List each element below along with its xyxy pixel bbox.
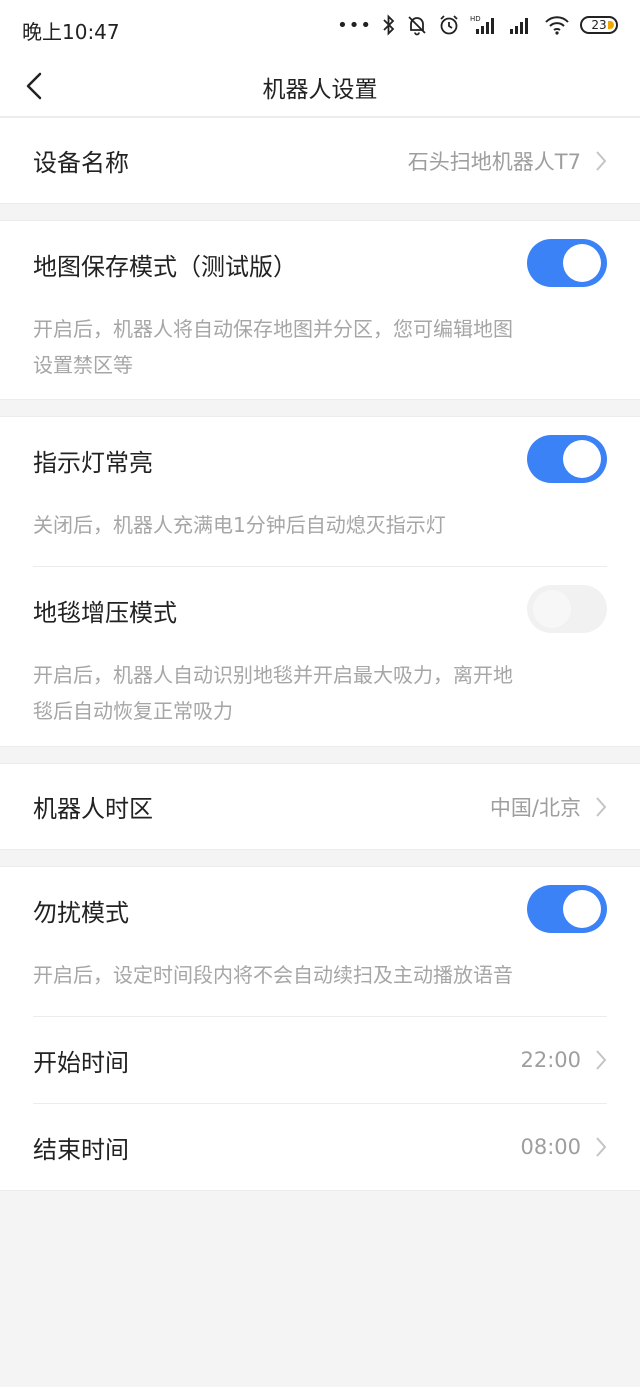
mute-bell-icon	[406, 14, 428, 36]
map-save-section: 地图保存模式（测试版） 开启后，机器人将自动保存地图并分区，您可编辑地图 设置禁…	[0, 220, 640, 400]
carpet-desc-line1: 开启后，机器人自动识别地毯并开启最大吸力，离开地	[33, 663, 513, 687]
map-save-description: 开启后，机器人将自动保存地图并分区，您可编辑地图 设置禁区等	[33, 311, 607, 383]
device-name-value-wrap: 石头扫地机器人T7	[408, 146, 607, 176]
timezone-value: 中国/北京	[489, 795, 581, 820]
start-time-row[interactable]: 开始时间 22:00	[33, 1017, 607, 1103]
bluetooth-icon	[382, 14, 396, 36]
signal-hd-icon: HD	[470, 14, 498, 36]
device-name-row[interactable]: 设备名称 石头扫地机器人T7	[33, 118, 607, 203]
end-time-value-wrap: 08:00	[520, 1135, 607, 1159]
divider	[33, 566, 607, 567]
chevron-right-icon	[595, 1136, 607, 1158]
timezone-label: 机器人时区	[33, 795, 153, 823]
timezone-value-wrap: 中国/北京	[490, 792, 607, 822]
map-save-label: 地图保存模式（测试版）	[33, 252, 297, 281]
start-time-value: 22:00	[520, 1048, 581, 1072]
device-name-value: 石头扫地机器人T7	[407, 149, 581, 174]
indicator-carpet-section: 指示灯常亮 关闭后，机器人充满电1分钟后自动熄灭指示灯 地毯增压模式 开启后，机…	[0, 416, 640, 747]
carpet-desc-line2: 毯后自动恢复正常吸力	[33, 699, 233, 723]
wifi-icon	[544, 14, 570, 36]
chevron-right-icon	[595, 150, 607, 172]
chevron-right-icon	[595, 1049, 607, 1071]
carpet-row: 地毯增压模式	[33, 585, 607, 635]
signal-icon	[508, 14, 534, 36]
start-time-value-wrap: 22:00	[520, 1048, 607, 1072]
dnd-section: 勿扰模式 开启后，设定时间段内将不会自动续扫及主动播放语音 开始时间 22:00…	[0, 866, 640, 1191]
start-time-label: 开始时间	[33, 1048, 129, 1077]
status-time: 晚上10:47	[22, 20, 120, 44]
carpet-label: 地毯增压模式	[33, 598, 177, 627]
carpet-description: 开启后，机器人自动识别地毯并开启最大吸力，离开地 毯后自动恢复正常吸力	[33, 657, 607, 729]
status-icons: ••• HD 23	[337, 14, 618, 36]
indicator-description: 关闭后，机器人充满电1分钟后自动熄灭指示灯	[33, 513, 446, 537]
map-save-desc-line2: 设置禁区等	[33, 353, 133, 377]
timezone-row[interactable]: 机器人时区 中国/北京	[33, 764, 607, 849]
chevron-right-icon	[595, 796, 607, 818]
device-section: 设备名称 石头扫地机器人T7	[0, 117, 640, 204]
end-time-row[interactable]: 结束时间 08:00	[33, 1104, 607, 1190]
page-title: 机器人设置	[262, 77, 378, 103]
end-time-label: 结束时间	[33, 1135, 129, 1164]
battery-level: 23	[591, 18, 607, 32]
toggle-knob	[563, 890, 601, 928]
alarm-icon	[438, 14, 460, 36]
end-time-value: 08:00	[520, 1135, 581, 1159]
indicator-label: 指示灯常亮	[33, 448, 153, 477]
carpet-toggle[interactable]	[527, 585, 607, 633]
timezone-section: 机器人时区 中国/北京	[0, 763, 640, 850]
toggle-knob	[563, 244, 601, 282]
battery-icon: 23	[580, 16, 618, 34]
indicator-row: 指示灯常亮	[33, 435, 607, 485]
hd-label: HD	[470, 15, 481, 23]
map-save-desc-line1: 开启后，机器人将自动保存地图并分区，您可编辑地图	[33, 317, 513, 341]
status-bar: 晚上10:47 ••• HD 23	[0, 0, 640, 56]
dnd-description: 开启后，设定时间段内将不会自动续扫及主动播放语音	[33, 963, 513, 987]
device-name-label: 设备名称	[33, 149, 129, 177]
toggle-knob	[563, 440, 601, 478]
nav-bar: 机器人设置	[0, 56, 640, 117]
dnd-row: 勿扰模式	[33, 885, 607, 935]
dnd-toggle[interactable]	[527, 885, 607, 933]
more-dots-icon: •••	[337, 14, 372, 36]
toggle-knob	[533, 590, 571, 628]
dnd-label: 勿扰模式	[33, 898, 129, 927]
indicator-toggle[interactable]	[527, 435, 607, 483]
map-save-row: 地图保存模式（测试版）	[33, 239, 607, 289]
map-save-toggle[interactable]	[527, 239, 607, 287]
